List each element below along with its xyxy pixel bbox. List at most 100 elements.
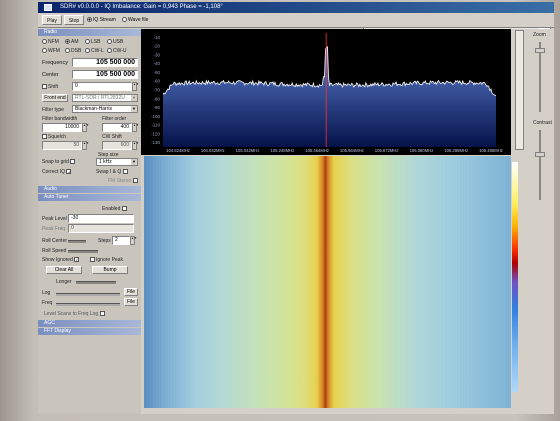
shift-field[interactable]: 0 [72,82,132,91]
spectrum-analyzer[interactable]: -10 -20 -30 -40 -50 -60 -70 -80 -90 -100 -110 -120 -… [141,29,511,155]
swap-iq-option[interactable]: Swap I & Q [96,169,129,175]
shift-spinner[interactable]: ▲▼ [132,82,139,91]
x-tick-label: 105.664MHz [340,148,364,153]
roll-speed-slider[interactable] [68,250,98,253]
roll-speed-label: Roll Speed [42,248,67,254]
freq-label: Freq [42,300,53,306]
squelch-option[interactable]: Squelch [42,134,66,140]
iq-stream-label: IQ Stream [93,17,116,23]
level-scans-option[interactable]: Level Scans to Freq Log [44,311,106,317]
shift-option[interactable]: Shift [42,84,58,90]
freq-file-button[interactable]: File [124,298,138,306]
wave-file-radio[interactable] [122,17,127,23]
contrast-slider-track[interactable] [539,130,541,200]
x-tick-label: 105.872MHz [375,148,399,153]
filter-bandwidth-spinner[interactable]: ▲▼ [82,123,89,132]
contrast-slider-thumb[interactable] [535,152,545,157]
correct-iq-option[interactable]: Correct IQ ✓ [42,169,72,176]
cw-shift-spinner[interactable]: ▲▼ [132,141,139,150]
radio-section-header[interactable]: Radio [38,29,141,36]
y-tick-label: -110 [151,123,160,128]
zoom-label: Zoom [533,32,546,38]
frequency-field[interactable]: 105 500 000 [72,58,138,67]
iq-stream-radio[interactable] [87,17,92,23]
control-panel: Radio NFM AM LSB USB WFM DSB CW-L CW-U F… [38,29,141,414]
waterfall-display[interactable] [144,156,512,408]
y-tick-label: -130 [151,140,161,145]
filter-order-label: Filter order [102,116,127,122]
squelch-field[interactable]: 50 [42,141,82,150]
ignore-peak-option[interactable]: Ignore Peak [90,257,123,263]
peak-level-field[interactable]: -30 [68,214,134,223]
snap-to-grid-option[interactable]: Snap to grid [42,159,76,165]
wave-file-option[interactable]: Wave file [122,16,148,24]
fm-stereo-option[interactable]: FM Stereo [108,178,139,184]
y-tick-label: -70 [153,88,160,93]
longer-slider[interactable] [76,281,116,284]
y-tick-label: -90 [153,105,160,110]
show-ignored-option[interactable]: Show Ignored ✓ [42,257,80,263]
spectrum-chart[interactable]: -10 -20 -30 -40 -50 -60 -70 -80 -90 -100 -110 -120 -… [141,29,511,155]
iq-stream-option[interactable]: IQ Stream [87,16,116,24]
x-tick-label: 106.080MHz [410,148,434,153]
mode-wfm[interactable]: WFM [42,48,60,54]
y-tick-label: -100 [151,114,161,119]
y-tick-label: -80 [153,96,160,101]
filter-bandwidth-field[interactable]: 10000 [42,123,82,132]
auto-tuner-section-header[interactable]: Auto Tuner [38,194,141,201]
x-tick-label: 104.824MHz [166,148,190,153]
play-button[interactable]: Play [42,15,62,25]
steps-spinner[interactable]: ▲▼ [130,236,137,245]
center-label: Center [42,72,59,78]
cw-shift-field[interactable]: 600 [102,141,132,150]
steps-field[interactable]: 2 [112,236,130,245]
freq-path-field[interactable] [56,303,120,306]
mode-am[interactable]: AM [65,39,79,45]
audio-section-header[interactable]: Audio [38,186,141,193]
log-file-button[interactable]: File [124,288,138,296]
zoom-slider-thumb[interactable] [535,48,545,53]
filter-order-spinner[interactable]: ▲▼ [132,123,139,132]
roll-center-slider[interactable] [68,240,86,243]
filter-type-label: Filter type [42,107,64,113]
steps-label: Steps [98,238,111,244]
center-field[interactable]: 105 500 000 [72,70,138,79]
stop-button[interactable]: Stop [64,15,84,25]
peak-freq-label: Peak Freq [42,226,66,232]
spectrum-fill [163,46,496,147]
mode-cwl[interactable]: CW-L [85,48,104,54]
agc-section-header[interactable]: AGC [38,320,141,327]
y-tick-label: -60 [153,79,160,84]
frequency-label: Frequency [42,60,68,66]
filter-order-field[interactable]: 400 [102,123,132,132]
mode-usb[interactable]: USB [107,39,123,45]
x-tick-label: 105.248MHz [270,148,294,153]
squelch-spinner[interactable]: ▲▼ [82,141,89,150]
spectrum-vertical-scrollbar[interactable] [515,30,524,150]
bump-button[interactable]: Bump [92,266,128,274]
mode-nfm[interactable]: NFM [42,39,59,45]
wave-file-label: Wave file [128,17,149,23]
log-path-field[interactable] [56,293,120,296]
mode-dsb[interactable]: DSB [65,48,81,54]
x-tick-label: 106.488MHz [479,148,503,153]
peak-freq-field[interactable]: 0 [68,224,134,233]
front-end-button[interactable]: Front end [42,94,68,102]
chevron-down-icon: ▼ [131,95,137,101]
y-tick-label: -50 [153,70,160,75]
fft-display-section-header[interactable]: FFT Display [38,328,141,335]
cw-shift-label: CW Shift [102,134,122,140]
waterfall-color-scale [512,162,518,392]
mode-lsb[interactable]: LSB [85,39,100,45]
y-tick-label: -20 [153,44,160,49]
step-size-select[interactable]: 1 kHz ▼ [96,158,138,166]
toolbar: Play Stop IQ Stream Wave file [38,13,554,35]
y-tick-label: -30 [153,52,160,57]
clear-all-button[interactable]: Clear All [46,266,82,274]
device-select[interactable]: RTL-SDR / RTL2832U ▼ [72,94,138,102]
mode-cwu[interactable]: CW-U [107,48,127,54]
enabled-option[interactable]: Enabled [102,206,128,212]
filter-type-select[interactable]: Blackman-Harris ▼ [72,105,138,113]
chevron-down-icon: ▼ [131,106,137,112]
x-tick-label: 105.042MHz [236,148,260,153]
